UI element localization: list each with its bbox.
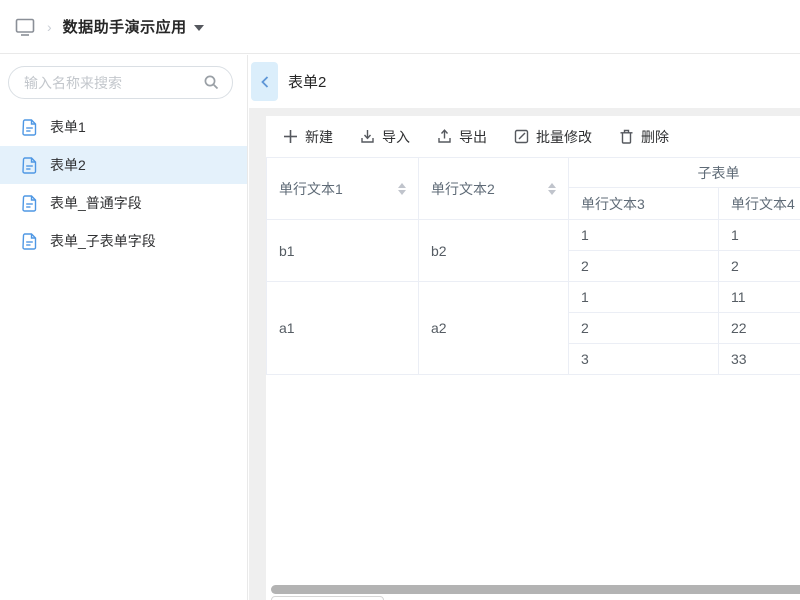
content-panel: 新建 导入 导出 <box>266 116 800 600</box>
trash-icon <box>619 129 634 144</box>
sidebar-item-form-subform-fields[interactable]: 表单_子表单字段 <box>0 222 247 260</box>
cell: a1 <box>267 282 419 375</box>
monitor-icon[interactable] <box>14 17 36 37</box>
subcell: 2 <box>569 313 719 344</box>
horizontal-scrollbar[interactable] <box>271 585 800 594</box>
main-area: 表单2 新建 导入 <box>249 55 800 600</box>
sort-carets-icon[interactable] <box>398 183 406 195</box>
sidebar-item-form-1[interactable]: 表单1 <box>0 108 247 146</box>
subcell: 1 <box>569 282 719 313</box>
cell: a2 <box>419 282 569 375</box>
group-header-subform: 子表单 <box>569 158 800 188</box>
page-size-select[interactable] <box>271 596 384 600</box>
cell: b1 <box>267 220 419 282</box>
document-icon <box>22 157 37 174</box>
subcell: 33 <box>719 344 800 375</box>
export-icon <box>437 129 452 144</box>
column-header-text1[interactable]: 单行文本1 <box>267 158 419 220</box>
sidebar-item-form-common-fields[interactable]: 表单_普通字段 <box>0 184 247 222</box>
batch-edit-button[interactable]: 批量修改 <box>514 127 592 147</box>
sidebar: 表单1 表单2 表单_普通字段 <box>0 55 248 600</box>
back-button[interactable] <box>251 62 278 101</box>
sidebar-item-label: 表单2 <box>50 155 86 175</box>
search-input[interactable] <box>8 66 233 99</box>
subcell: 2 <box>719 251 800 282</box>
subcell: 1 <box>719 220 800 251</box>
subcell: 2 <box>569 251 719 282</box>
batch-edit-icon <box>514 129 529 144</box>
subcell: 1 <box>569 220 719 251</box>
new-button[interactable]: 新建 <box>283 127 333 147</box>
search-icon[interactable] <box>203 74 220 94</box>
column-header-text2[interactable]: 单行文本2 <box>419 158 569 220</box>
plus-icon <box>283 129 298 144</box>
sidebar-item-label: 表单_子表单字段 <box>50 231 156 251</box>
chevron-left-icon <box>259 75 271 89</box>
subcell: 3 <box>569 344 719 375</box>
delete-button[interactable]: 删除 <box>619 127 669 147</box>
subcell: 22 <box>719 313 800 344</box>
page-title: 表单2 <box>288 71 326 92</box>
toolbar: 新建 导入 导出 <box>266 116 800 157</box>
document-icon <box>22 119 37 136</box>
import-icon <box>360 129 375 144</box>
data-table: 单行文本1 单行文本2 子表单 单行文本3 单行文本4 <box>266 157 800 375</box>
import-button[interactable]: 导入 <box>360 127 410 147</box>
form-list: 表单1 表单2 表单_普通字段 <box>0 108 247 260</box>
page-titlebar: 表单2 <box>249 55 800 108</box>
subcell: 11 <box>719 282 800 313</box>
column-header-text4: 单行文本4 <box>719 188 800 220</box>
column-header-text3: 单行文本3 <box>569 188 719 220</box>
table-row[interactable]: b1 b2 1 1 <box>267 220 800 251</box>
app-switcher[interactable]: 数据助手演示应用 <box>63 16 204 37</box>
cell: b2 <box>419 220 569 282</box>
sidebar-item-label: 表单1 <box>50 117 86 137</box>
sort-carets-icon[interactable] <box>548 183 556 195</box>
table-row[interactable]: a1 a2 1 11 <box>267 282 800 313</box>
app-title: 数据助手演示应用 <box>63 16 187 37</box>
caret-down-icon <box>194 25 204 31</box>
sidebar-item-label: 表单_普通字段 <box>50 193 142 213</box>
sidebar-item-form-2[interactable]: 表单2 <box>0 146 247 184</box>
document-icon <box>22 195 37 212</box>
export-button[interactable]: 导出 <box>437 127 487 147</box>
search-box <box>8 66 233 99</box>
document-icon <box>22 233 37 250</box>
topbar: › 数据助手演示应用 <box>0 0 800 54</box>
chevron-right-icon: › <box>47 19 52 35</box>
